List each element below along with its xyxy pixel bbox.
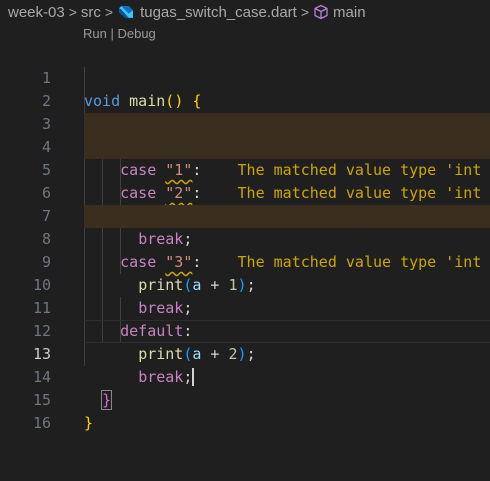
breadcrumb-symbol[interactable]: main: [333, 4, 366, 21]
breadcrumb-file[interactable]: tugas_switch_case.dart: [140, 4, 297, 21]
chevron-right-icon: >: [68, 4, 77, 20]
method-cube-icon: [314, 4, 328, 20]
code-line-warning: 4 case "1": The matched value type 'int: [0, 113, 490, 179]
codelens-run[interactable]: Run: [83, 26, 107, 41]
code-line-warning: 5 case "2": The matched value type 'int: [0, 136, 490, 202]
codelens-debug[interactable]: Debug: [117, 26, 155, 41]
code-line: 14 }: [0, 343, 490, 410]
code-line: 10 break;: [0, 251, 490, 317]
code-line: 15 }: [0, 366, 490, 432]
code-line: 16: [0, 389, 490, 432]
codelens-divider: |: [106, 26, 118, 41]
code-line-warning: 8 case "3": The matched value type 'int: [0, 205, 490, 271]
code-line: 1 void main() {: [0, 44, 490, 110]
line-number: 16: [32, 414, 51, 432]
code-line: 3 switch (a) {: [0, 90, 490, 157]
code-line: 11 default:: [0, 274, 490, 340]
code-line: 2 int a = 1;: [0, 67, 490, 133]
code-editor[interactable]: 1 void main() { 2 int a = 1; 3 switch (a…: [0, 44, 490, 432]
breadcrumb-folder-src[interactable]: src: [81, 4, 101, 21]
dart-file-icon: [119, 5, 134, 18]
code-line: 6 print(a);: [0, 159, 490, 225]
chevron-right-icon: >: [300, 4, 310, 20]
codelens: Run | Debug: [83, 24, 156, 44]
code-line: 7 break;: [0, 182, 490, 248]
chevron-right-icon: >: [104, 4, 114, 20]
code-line: 9 print(a + 1);: [0, 228, 490, 294]
breadcrumb: week-03 > src > tugas_switch_case.dart >…: [0, 0, 490, 24]
breadcrumb-folder-week03[interactable]: week-03: [8, 4, 65, 21]
code-line: 12 print(a + 2);: [0, 297, 490, 363]
code-line-current: 13 break;: [0, 320, 490, 386]
